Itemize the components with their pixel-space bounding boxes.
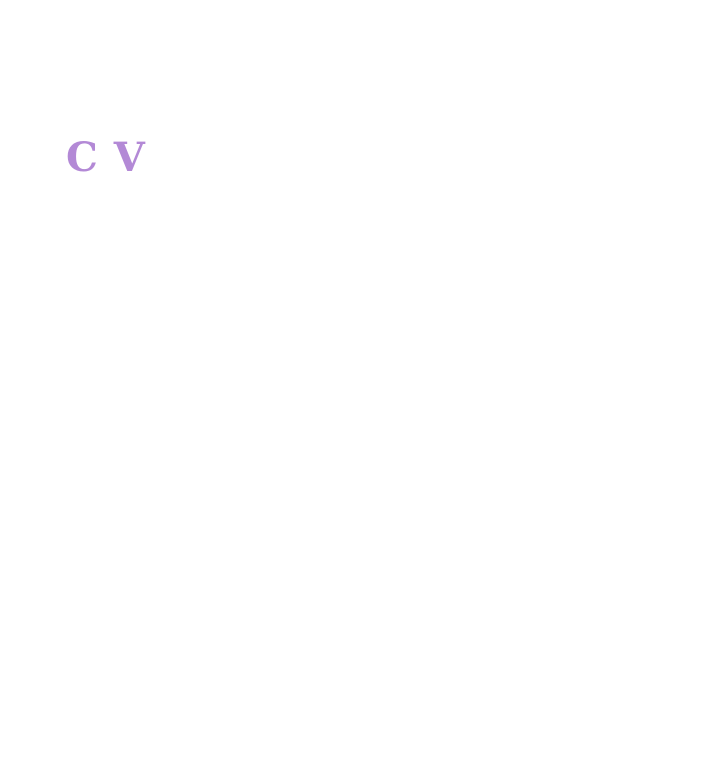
cv-heading: C V xyxy=(66,134,146,181)
document-page: C V xyxy=(0,0,720,760)
